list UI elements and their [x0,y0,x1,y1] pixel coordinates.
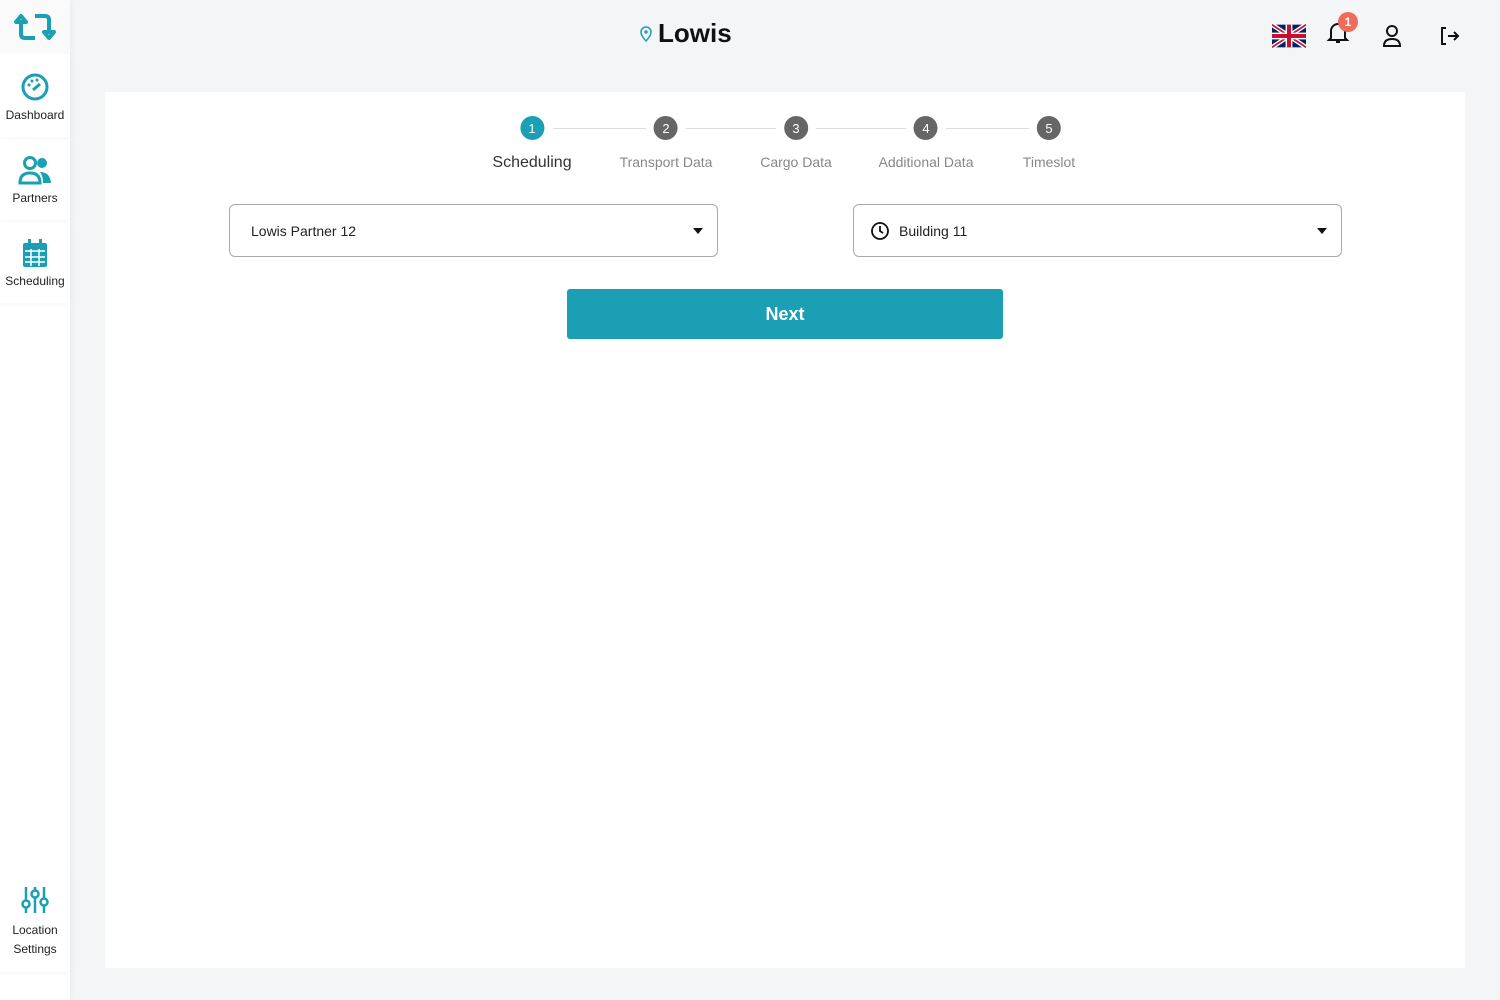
step-number: 2 [653,116,678,140]
caret-down-icon [1317,228,1327,234]
sidebar-item-label: Partners [12,191,58,205]
sliders-icon [21,887,49,913]
partners-icon [18,156,51,185]
step-timeslot[interactable]: 5 Timeslot [1023,116,1075,170]
sidebar-item-label: Location Settings [12,923,58,956]
location-pin-icon [640,25,652,42]
step-scheduling[interactable]: 1 Scheduling [492,116,572,172]
next-button[interactable]: Next [567,289,1003,339]
dashboard-icon [21,73,49,101]
step-number: 5 [1036,116,1061,140]
location-name: Lowis [658,18,732,48]
logout-icon[interactable] [1438,23,1462,49]
logo[interactable] [0,0,70,54]
notification-badge: 1 [1338,12,1358,32]
step-number: 3 [784,116,808,140]
page-title: Lowis [640,18,732,49]
location-select[interactable]: Building 11 [853,204,1342,257]
sidebar-item-partners[interactable]: Partners [0,140,70,220]
logo-icon [14,14,56,40]
step-label: Transport Data [619,154,713,170]
sidebar-item-location-settings[interactable]: Location Settings [0,872,70,972]
calendar-icon [23,239,47,267]
step-label: Cargo Data [760,154,832,170]
caret-down-icon [693,228,703,234]
step-label: Timeslot [1022,154,1076,170]
clock-icon [871,221,889,240]
sidebar-item-dashboard[interactable]: Dashboard [0,57,70,137]
partner-select[interactable]: Lowis Partner 12 [229,204,718,257]
sidebar: Dashboard Partners Scheduling Location S… [0,0,70,1000]
step-label: Scheduling [492,154,572,171]
scheduling-card: 1 Scheduling 2 Transport Data 3 Cargo Data … [105,92,1465,968]
step-number: 4 [913,116,938,140]
step-label: Additional Data [878,154,974,170]
step-number: 1 [519,116,544,140]
uk-flag-icon[interactable] [1272,22,1306,49]
sidebar-item-scheduling[interactable]: Scheduling [0,223,70,303]
partner-value: Lowis Partner 12 [251,222,357,239]
user-icon[interactable] [1380,23,1404,49]
step-cargo-data[interactable]: 3 Cargo Data [760,116,832,170]
step-transport-data[interactable]: 2 Transport Data [619,116,713,170]
sidebar-item-label: Dashboard [5,108,65,122]
step-additional-data[interactable]: 4 Additional Data [878,116,974,170]
notifications-button[interactable]: 1 [1326,12,1358,51]
sidebar-item-label: Scheduling [5,274,65,288]
location-value: Building 11 [899,222,968,239]
header-actions: 1 [1272,12,1462,51]
